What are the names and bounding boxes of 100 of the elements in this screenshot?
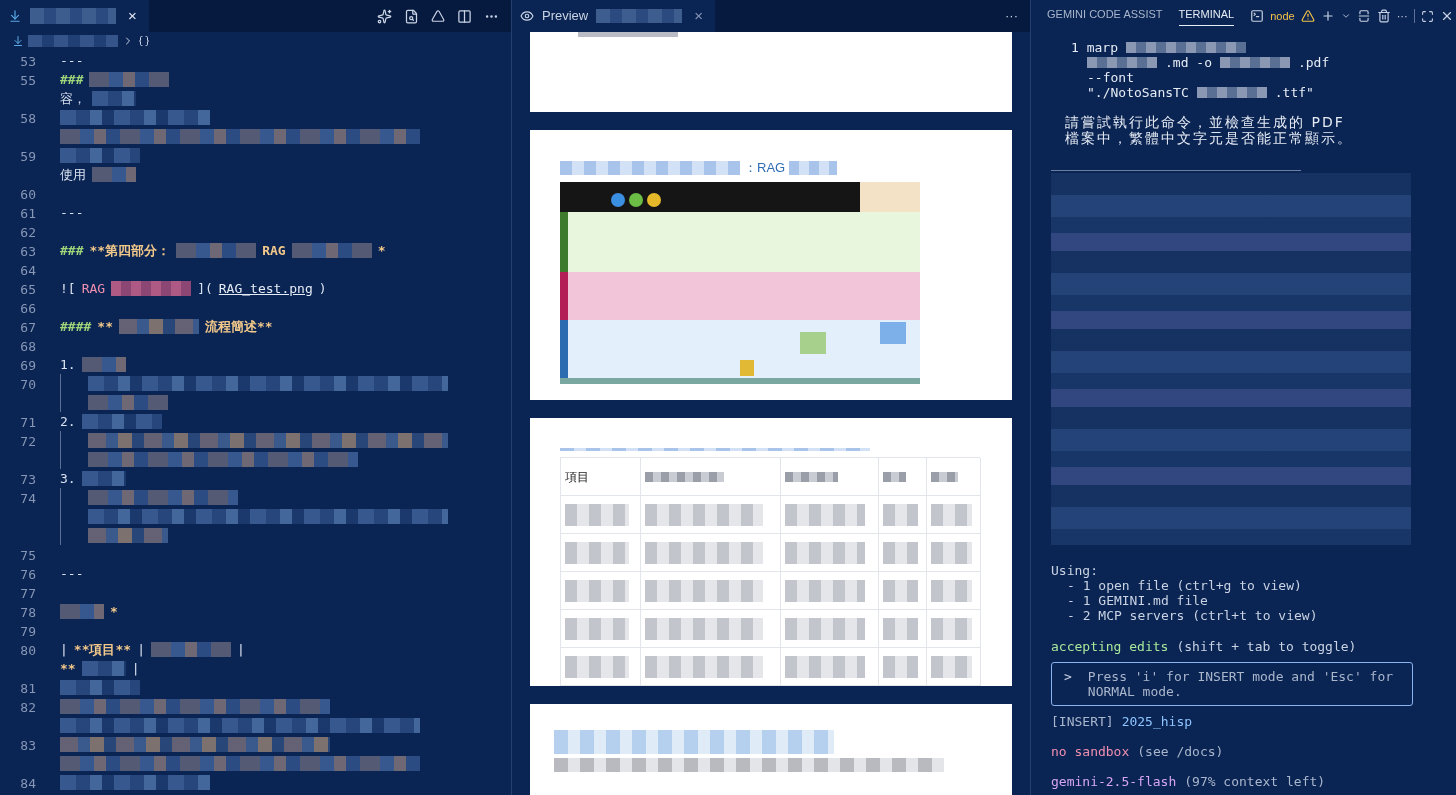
assistant-message: 請嘗試執行此命令，並檢查生成的 PDF 檔案中，繁體中文字元是否能正常顯示。 (1064, 114, 1354, 146)
redacted-text (883, 579, 919, 602)
input-field[interactable]: > Press 'i' for INSERT mode and 'Esc' for NORMAL mode. (1051, 662, 1413, 706)
shell-name[interactable]: node (1270, 7, 1295, 25)
directory-name: 2025_hisp (1121, 714, 1193, 729)
terminal-icon (1250, 9, 1265, 23)
redacted-text (81, 471, 126, 486)
slide-heading: ：RAG (744, 159, 786, 177)
line-number: 70 (20, 376, 36, 392)
line-number: 61 (20, 205, 36, 221)
line-number: 81 (20, 680, 36, 696)
table-header: 項目 (565, 468, 589, 486)
tab-label[interactable]: Preview (542, 6, 589, 26)
code-text: **第四部分： (89, 241, 171, 260)
close-button[interactable]: × (690, 4, 707, 28)
redacted-text (565, 655, 629, 678)
command-text: --font (1087, 70, 1134, 85)
code-text: #### (60, 317, 92, 336)
command-text: "./NotoSansTC (1087, 85, 1189, 100)
using-title: Using: (1051, 563, 1099, 578)
redacted-text (931, 579, 972, 602)
code-text: --- (60, 51, 84, 70)
using-item: - 1 GEMINI.md file (1066, 593, 1209, 608)
code-text: * (110, 602, 118, 621)
split-terminal-icon[interactable] (1356, 9, 1371, 23)
code-text: ** (97, 317, 113, 336)
line-number: 79 (20, 623, 36, 639)
vim-mode: [INSERT] (1051, 714, 1114, 729)
code-text: ### (60, 241, 84, 260)
line-number: 71 (20, 414, 36, 430)
using-item: - 1 open file (ctrl+g to view) (1066, 578, 1303, 593)
line-number: 62 (20, 224, 36, 240)
code-text: | (60, 640, 68, 659)
sparkle-icon[interactable] (377, 8, 392, 24)
panel-tab[interactable]: GEMINI CODE ASSIST (1047, 6, 1163, 26)
sandbox-label: no sandbox (1051, 744, 1130, 759)
sandbox-hint: (see /docs) (1137, 744, 1224, 759)
code-text: | (131, 659, 140, 678)
redacted-text (883, 655, 919, 678)
line-number: 58 (20, 110, 36, 126)
line-number: 72 (20, 433, 36, 449)
redacted-text (92, 167, 136, 182)
redacted-text (931, 541, 972, 564)
redacted-text (785, 471, 839, 482)
line-number: 53 (20, 53, 36, 69)
open-preview-icon[interactable] (404, 8, 419, 24)
split-editor-icon[interactable] (457, 8, 472, 24)
code-text: **項目** (73, 640, 132, 659)
command-text: .md -o (1165, 55, 1212, 70)
model-name: gemini-2.5-flash (1051, 774, 1177, 789)
line-number: 69 (20, 357, 36, 373)
more-button[interactable]: ··· (1396, 7, 1408, 25)
context-hint: (97% context left) (1184, 774, 1326, 789)
input-placeholder: Press 'i' for INSERT mode and 'Esc' for NORMAL mode. (1087, 669, 1395, 699)
redacted-text (1087, 57, 1157, 68)
command-text: .pdf (1297, 55, 1330, 70)
code-text: RAG_test.png (218, 279, 313, 298)
line-number: 75 (20, 547, 36, 563)
command-text: 1 marp (1071, 40, 1118, 55)
line-number: 80 (20, 642, 36, 658)
redacted-text (92, 91, 136, 106)
redacted-text (883, 617, 919, 640)
mode-label: accepting edits (1051, 639, 1169, 654)
trash-icon[interactable] (1376, 9, 1391, 23)
code-text: ** (60, 659, 76, 678)
line-number: 65 (20, 281, 36, 297)
code-text: | (236, 640, 245, 659)
redacted-text (931, 471, 958, 482)
line-number: 60 (20, 186, 36, 202)
code-text: --- (60, 203, 84, 222)
more-button[interactable]: ··· (1005, 6, 1030, 26)
triangle-icon[interactable] (431, 9, 445, 23)
code-text: 使用 (60, 165, 86, 184)
line-number: 82 (20, 699, 36, 715)
preview-icon (520, 9, 534, 23)
line-number: 59 (20, 148, 36, 164)
line-number: 76 (20, 566, 36, 582)
close-button[interactable]: × (124, 4, 141, 28)
redacted-text (81, 661, 126, 676)
code-text: ]( (197, 279, 213, 298)
code-text: 2. (60, 412, 76, 431)
line-number: 67 (20, 319, 36, 335)
line-number: 77 (20, 585, 36, 601)
maximize-icon[interactable] (1420, 9, 1434, 23)
line-number: 68 (20, 338, 36, 354)
code-text: 容， (60, 89, 86, 108)
code-text: RAG (81, 279, 106, 298)
redacted-text (565, 541, 629, 564)
redacted-text (1219, 57, 1290, 68)
using-item: - 2 MCP servers (ctrl+t to view) (1066, 608, 1319, 623)
panel-tab[interactable]: TERMINAL (1178, 6, 1235, 26)
symbol-icon[interactable] (138, 35, 150, 47)
new-terminal-icon[interactable] (1320, 9, 1335, 23)
redacted-text (883, 471, 907, 482)
redacted-text (883, 503, 919, 526)
warning-icon (1300, 9, 1315, 23)
command-text: .ttf" (1274, 85, 1314, 100)
code-text: | (137, 640, 145, 659)
code-text: --- (60, 564, 84, 583)
chevron-icon[interactable] (1340, 11, 1351, 21)
